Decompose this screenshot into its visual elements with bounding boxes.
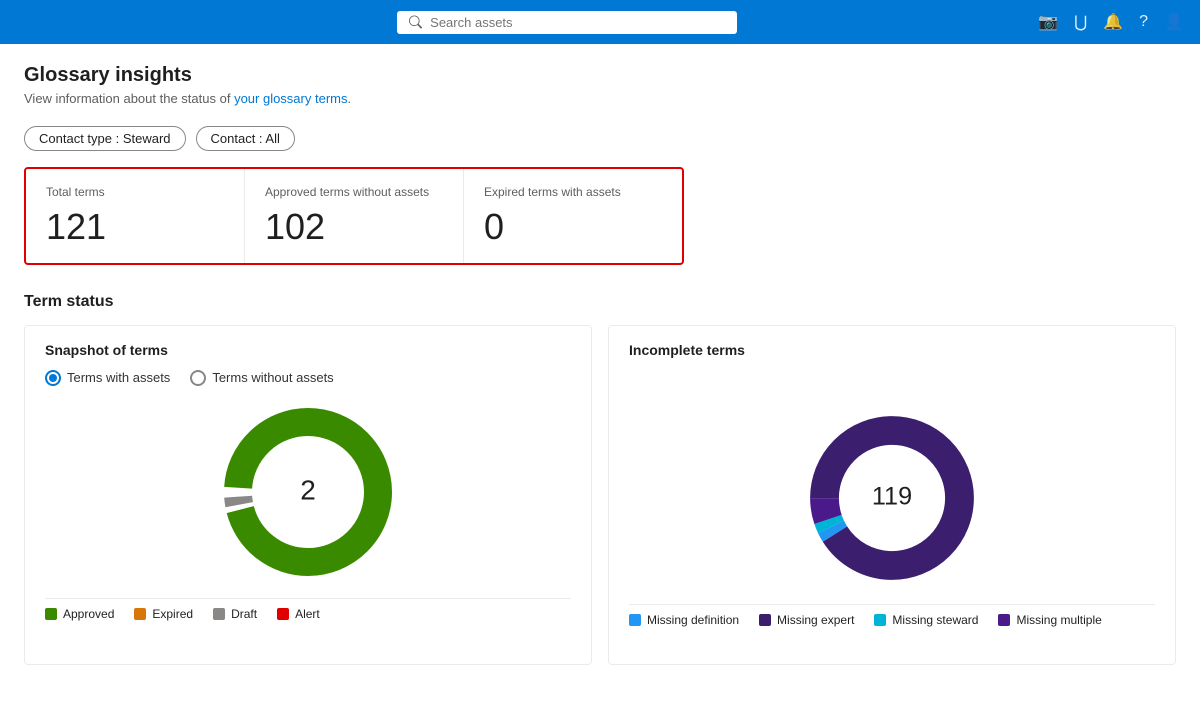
incomplete-panel: Incomplete terms 119 — [608, 325, 1176, 665]
legend-dot-alert — [277, 608, 289, 620]
snapshot-title: Snapshot of terms — [45, 342, 571, 358]
filter-row: Contact type : Steward Contact : All — [24, 126, 1176, 151]
search-icon — [409, 15, 422, 29]
contact-type-filter[interactable]: Contact type : Steward — [24, 126, 186, 151]
stat-expired-value: 0 — [484, 207, 662, 247]
legend-dot-expired — [134, 608, 146, 620]
legend-missing-expert: Missing expert — [759, 613, 854, 627]
legend-approved: Approved — [45, 607, 114, 621]
legend-dot-missing-multiple — [998, 614, 1010, 626]
page-content: Glossary insights View information about… — [0, 44, 1200, 685]
stat-total-label: Total terms — [46, 185, 224, 199]
legend-missing-multiple: Missing multiple — [998, 613, 1101, 627]
search-bar[interactable] — [397, 11, 737, 34]
legend-label-missing-expert: Missing expert — [777, 613, 854, 627]
legend-missing-definition: Missing definition — [629, 613, 739, 627]
legend-label-missing-definition: Missing definition — [647, 613, 739, 627]
page-subtitle: View information about the status of you… — [24, 91, 1176, 106]
incomplete-title: Incomplete terms — [629, 342, 1155, 358]
legend-dot-missing-definition — [629, 614, 641, 626]
legend-expired: Expired — [134, 607, 193, 621]
incomplete-legend: Missing definition Missing expert Missin… — [629, 604, 1155, 627]
bell-icon[interactable]: 🔔 — [1103, 12, 1123, 32]
stat-approved-label: Approved terms without assets — [265, 185, 443, 199]
snapshot-panel: Snapshot of terms Terms with assets Term… — [24, 325, 592, 665]
legend-label-expired: Expired — [152, 607, 193, 621]
person-icon[interactable]: 👤 — [1164, 12, 1184, 32]
legend-label-missing-steward: Missing steward — [892, 613, 978, 627]
feedback-icon[interactable]: 📷 — [1038, 12, 1058, 32]
legend-missing-steward: Missing steward — [874, 613, 978, 627]
section-title-term-status: Term status — [24, 293, 1176, 311]
radio-terms-without-assets[interactable]: Terms without assets — [190, 370, 333, 386]
stat-expired-label: Expired terms with assets — [484, 185, 662, 199]
charts-row: Snapshot of terms Terms with assets Term… — [24, 325, 1176, 665]
snapshot-donut-chart: 2 — [218, 402, 398, 582]
snapshot-legend: Approved Expired Draft Alert — [45, 598, 571, 621]
search-input[interactable] — [430, 15, 725, 30]
stat-total-value: 121 — [46, 207, 224, 247]
help-icon[interactable]: ? — [1139, 13, 1148, 31]
legend-alert: Alert — [277, 607, 320, 621]
incomplete-donut-chart: 119 — [802, 408, 982, 588]
legend-label-alert: Alert — [295, 607, 320, 621]
radio-label-with-assets: Terms with assets — [67, 370, 170, 385]
stat-approved-terms: Approved terms without assets 102 — [245, 169, 464, 263]
legend-dot-draft — [213, 608, 225, 620]
legend-dot-missing-steward — [874, 614, 886, 626]
page-title: Glossary insights — [24, 64, 1176, 87]
legend-draft: Draft — [213, 607, 257, 621]
header-icons: 📷 ⋃ 🔔 ? 👤 — [1038, 12, 1184, 32]
grid-icon[interactable]: ⋃ — [1074, 12, 1087, 32]
stats-container: Total terms 121 Approved terms without a… — [24, 167, 684, 265]
stat-approved-value: 102 — [265, 207, 443, 247]
legend-dot-approved — [45, 608, 57, 620]
subtitle-link[interactable]: your glossary terms — [234, 91, 347, 106]
radio-terms-with-assets[interactable]: Terms with assets — [45, 370, 170, 386]
radio-label-without-assets: Terms without assets — [212, 370, 333, 385]
radio-circle-unselected — [190, 370, 206, 386]
legend-label-approved: Approved — [63, 607, 114, 621]
incomplete-donut-wrapper: 119 — [629, 408, 1155, 588]
legend-label-missing-multiple: Missing multiple — [1016, 613, 1101, 627]
stat-total-terms: Total terms 121 — [26, 169, 245, 263]
contact-filter[interactable]: Contact : All — [196, 126, 295, 151]
snapshot-donut-wrapper: 2 — [45, 402, 571, 582]
legend-label-draft: Draft — [231, 607, 257, 621]
snapshot-center-value: 2 — [300, 474, 316, 505]
stat-expired-terms: Expired terms with assets 0 — [464, 169, 682, 263]
app-header: 📷 ⋃ 🔔 ? 👤 — [0, 0, 1200, 44]
incomplete-center-value: 119 — [872, 482, 912, 510]
radio-circle-selected — [45, 370, 61, 386]
legend-dot-missing-expert — [759, 614, 771, 626]
radio-group: Terms with assets Terms without assets — [45, 370, 571, 386]
